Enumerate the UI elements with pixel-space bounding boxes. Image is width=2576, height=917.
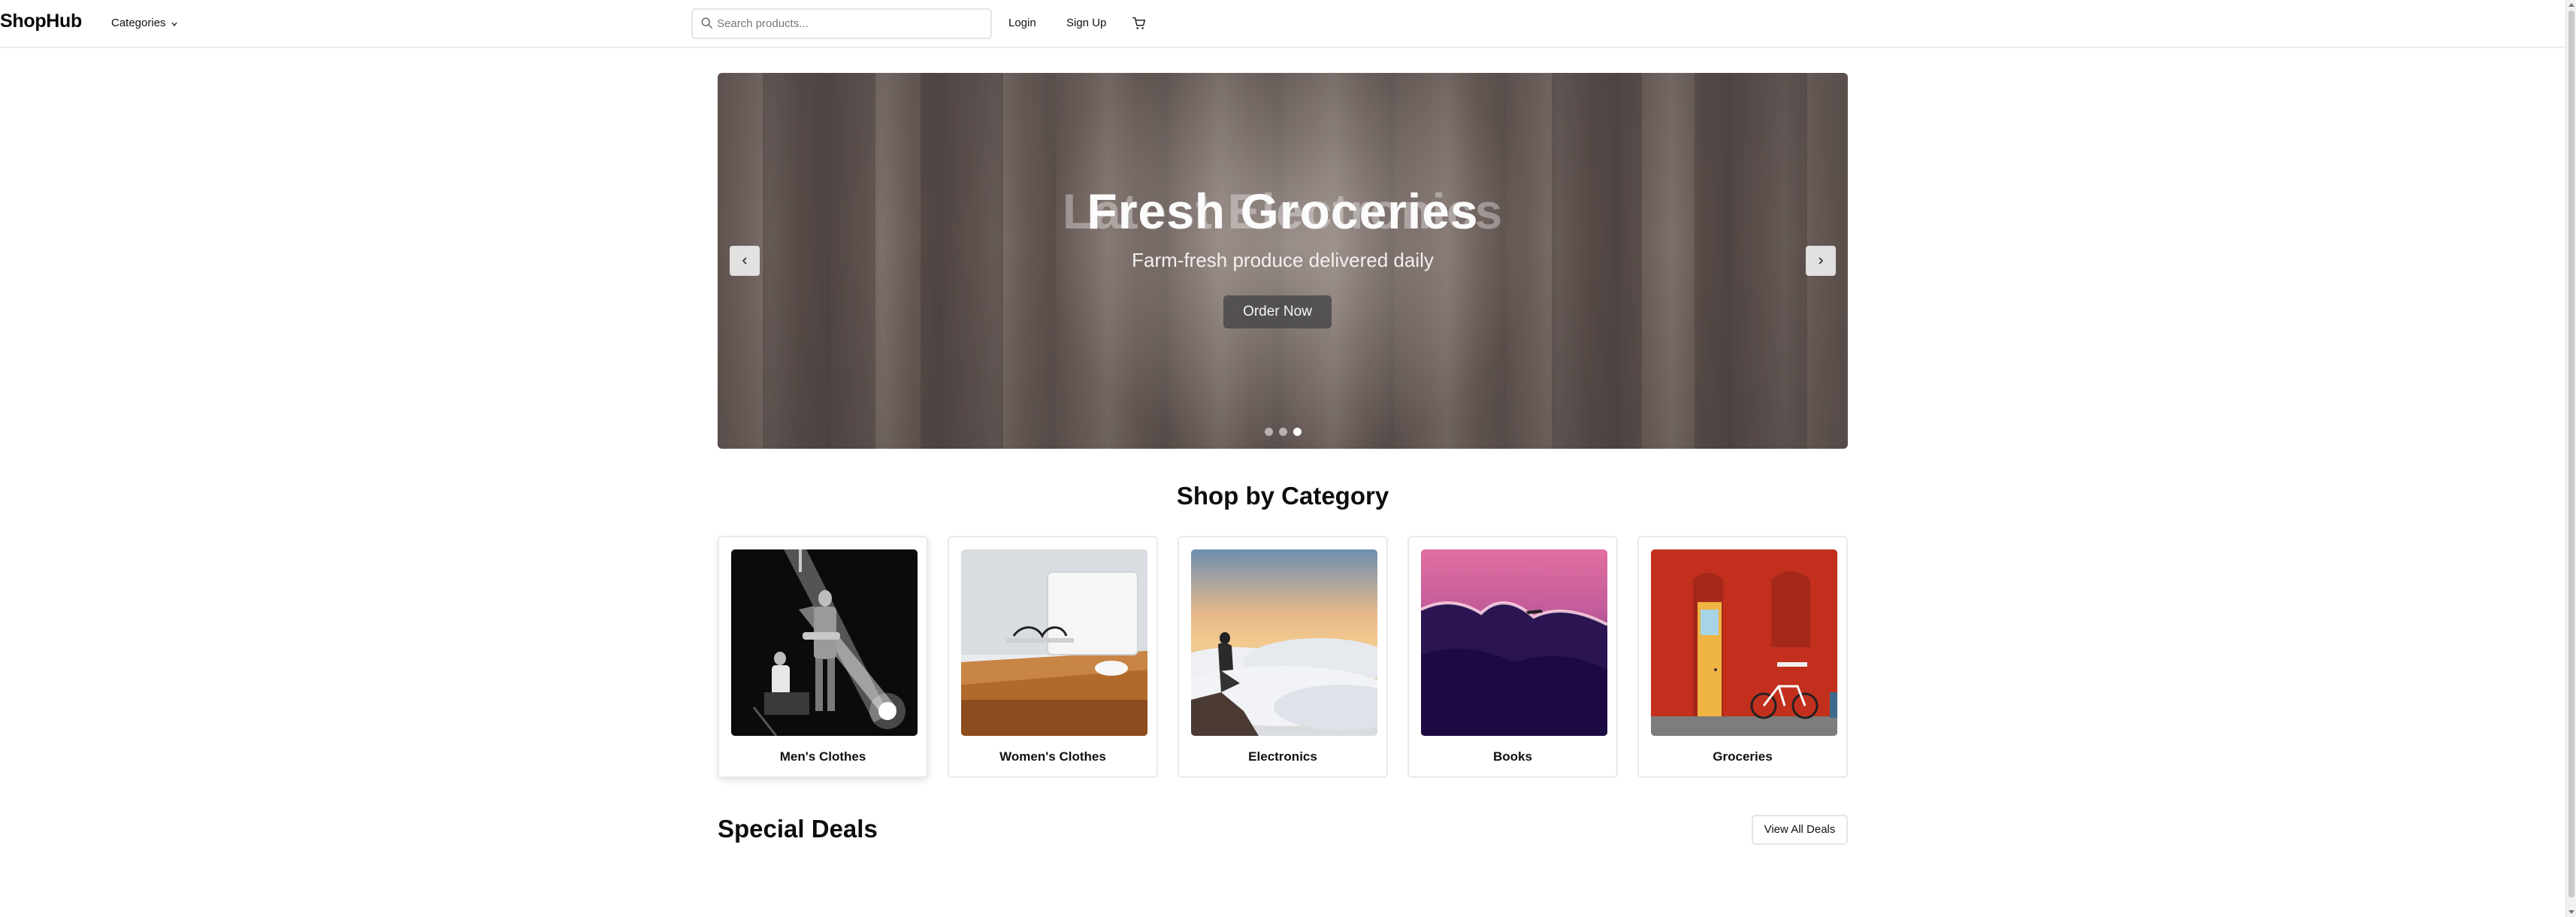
category-card-womens-clothes[interactable]: Women's Clothes <box>948 536 1158 778</box>
categories-dropdown[interactable]: Categories <box>111 17 178 29</box>
hero-subtitle: Farm-fresh produce delivered daily <box>1132 249 1434 271</box>
brand-logo[interactable]: ShopHub <box>0 11 82 32</box>
chevron-right-icon <box>1819 257 1824 265</box>
carousel-indicators <box>718 428 1848 436</box>
category-label: Books <box>1493 749 1532 764</box>
search-input[interactable] <box>717 10 987 38</box>
category-card-books[interactable]: Books <box>1407 536 1618 778</box>
category-card-electronics[interactable]: Electronics <box>1178 536 1388 778</box>
category-image-clouds <box>1191 549 1377 736</box>
categories-label: Categories <box>111 17 166 29</box>
carousel-dot[interactable] <box>1264 428 1273 436</box>
carousel-prev-button[interactable] <box>730 246 760 276</box>
category-image-sky <box>1421 549 1607 736</box>
chevron-left-icon <box>742 257 747 265</box>
hero-carousel: Latest Electronics Fresh Groceries Farm-… <box>718 73 1848 449</box>
category-card-mens-clothes[interactable]: Men's Clothes <box>718 536 928 778</box>
category-label: Men's Clothes <box>779 749 866 764</box>
chevron-down-icon <box>171 22 177 26</box>
signup-link[interactable]: Sign Up <box>1066 17 1106 29</box>
vertical-scrollbar[interactable] <box>2565 0 2576 917</box>
carousel-dot[interactable] <box>1278 428 1287 436</box>
category-label: Groceries <box>1713 749 1773 764</box>
search-icon <box>701 17 713 29</box>
category-image-desk <box>961 549 1147 736</box>
hero-cta-button[interactable]: Order Now <box>1223 295 1332 328</box>
category-image-red-wall <box>1651 549 1837 736</box>
deals-section-title: Special Deals <box>718 815 878 843</box>
top-navbar: ShopHub Categories Login Sign Up <box>0 0 2565 48</box>
category-section-title: Shop by Category <box>1176 482 1389 510</box>
category-label: Electronics <box>1248 749 1317 764</box>
carousel-dot-active[interactable] <box>1293 428 1302 436</box>
scroll-up-arrow-icon[interactable] <box>2568 3 2574 7</box>
category-card-groceries[interactable]: Groceries <box>1637 536 1848 778</box>
carousel-next-button[interactable] <box>1806 246 1836 276</box>
shopping-cart-icon[interactable] <box>1131 15 1147 32</box>
search-box <box>691 8 992 39</box>
category-image-concert <box>731 549 918 736</box>
scrollbar-thumb[interactable] <box>2568 11 2574 897</box>
view-all-deals-button[interactable]: View All Deals <box>1752 815 1848 845</box>
scroll-down-arrow-icon[interactable] <box>2568 910 2574 914</box>
login-link[interactable]: Login <box>1008 17 1036 29</box>
category-label: Women's Clothes <box>999 749 1106 764</box>
hero-title: Fresh Groceries <box>1087 183 1479 239</box>
